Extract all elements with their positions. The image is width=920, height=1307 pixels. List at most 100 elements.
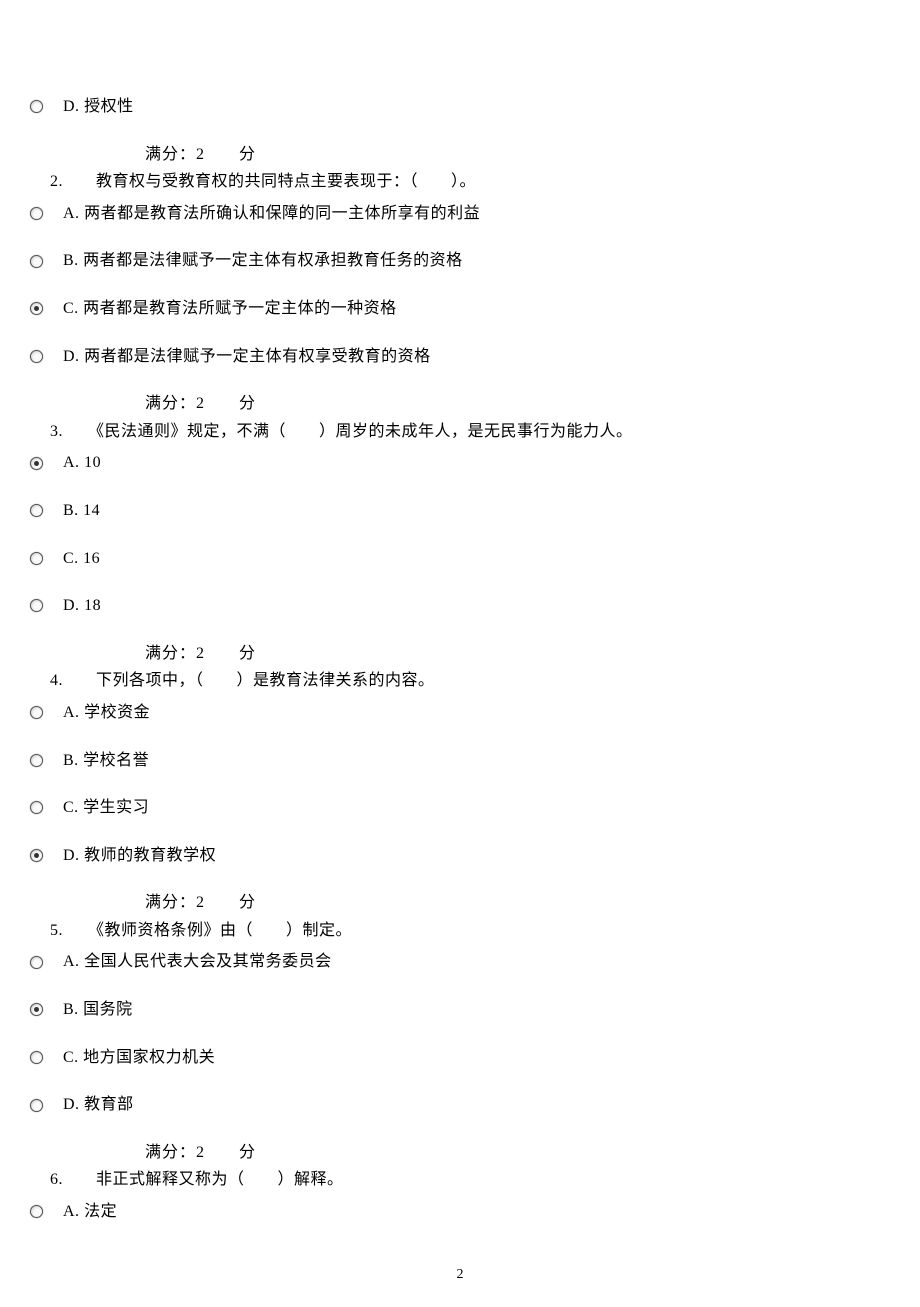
option-row: A. 两者都是教育法所确认和保障的同一主体所享有的利益 xyxy=(30,201,890,227)
option-label: B. xyxy=(63,252,79,269)
option-label: D. xyxy=(63,847,80,864)
option-value: 14 xyxy=(83,502,100,519)
option-value: 两者都是教育法所确认和保障的同一主体所享有的利益 xyxy=(84,205,480,222)
option-text: B. 学校名誉 xyxy=(63,748,149,774)
option-value: 全国人民代表大会及其常务委员会 xyxy=(84,953,332,970)
option-value: 地方国家权力机关 xyxy=(83,1049,215,1066)
question-number: 6. xyxy=(50,1171,63,1188)
option-text: A. 全国人民代表大会及其常务委员会 xyxy=(63,949,332,975)
radio-icon[interactable] xyxy=(30,1205,43,1218)
option-text: D. 授权性 xyxy=(63,94,134,120)
question-number: 2. xyxy=(50,173,63,190)
score-line: 满分：2 分 xyxy=(145,142,890,168)
radio-icon[interactable] xyxy=(30,956,43,969)
option-value: 教育部 xyxy=(84,1096,134,1113)
option-text: D. 两者都是法律赋予一定主体有权享受教育的资格 xyxy=(63,344,431,370)
option-value: 16 xyxy=(83,550,100,567)
option-row: A. 10 xyxy=(30,450,890,476)
score-label: 满分：2 xyxy=(145,146,205,163)
option-row: D. 教师的教育教学权 xyxy=(30,843,890,869)
question-number: 4. xyxy=(50,672,63,689)
question-text: 《教师资格条例》由（ ）制定。 xyxy=(96,922,352,939)
option-value: 两者都是法律赋予一定主体有权承担教育任务的资格 xyxy=(83,252,463,269)
option-value: 学生实习 xyxy=(83,799,149,816)
radio-icon[interactable] xyxy=(30,207,43,220)
radio-icon[interactable] xyxy=(30,457,43,470)
radio-icon[interactable] xyxy=(30,1003,43,1016)
option-label: C. xyxy=(63,1049,79,1066)
option-row: B. 国务院 xyxy=(30,997,890,1023)
option-row: B. 14 xyxy=(30,498,890,524)
score-suffix: 分 xyxy=(239,395,256,412)
radio-icon[interactable] xyxy=(30,599,43,612)
option-label: A. xyxy=(63,704,80,721)
option-row: D. 两者都是法律赋予一定主体有权享受教育的资格 xyxy=(30,344,890,370)
option-row: C. 16 xyxy=(30,546,890,572)
question-stem: 2. 教育权与受教育权的共同特点主要表现于：（ ）。 xyxy=(50,169,890,195)
option-label: D. xyxy=(63,1096,80,1113)
radio-icon[interactable] xyxy=(30,552,43,565)
radio-icon[interactable] xyxy=(30,255,43,268)
radio-icon[interactable] xyxy=(30,1051,43,1064)
score-label: 满分：2 xyxy=(145,395,205,412)
question-number: 3. xyxy=(50,423,63,440)
option-row: D. 授权性 xyxy=(30,94,890,120)
radio-icon[interactable] xyxy=(30,706,43,719)
option-text: D. 教育部 xyxy=(63,1092,134,1118)
option-row: A. 法定 xyxy=(30,1199,890,1225)
radio-icon[interactable] xyxy=(30,849,43,862)
option-label: A. xyxy=(63,454,80,471)
option-text: B. 国务院 xyxy=(63,997,133,1023)
radio-icon[interactable] xyxy=(30,350,43,363)
radio-icon[interactable] xyxy=(30,504,43,517)
option-label: D. xyxy=(63,597,80,614)
score-line: 满分：2 分 xyxy=(145,391,890,417)
question-text: 教育权与受教育权的共同特点主要表现于：（ ）。 xyxy=(96,173,476,190)
option-value: 教师的教育教学权 xyxy=(84,847,216,864)
question-text: 《民法通则》规定，不满（ ）周岁的未成年人，是无民事行为能力人。 xyxy=(96,423,633,440)
option-row: D. 教育部 xyxy=(30,1092,890,1118)
option-text: C. 学生实习 xyxy=(63,795,149,821)
option-row: A. 全国人民代表大会及其常务委员会 xyxy=(30,949,890,975)
score-line: 满分：2 分 xyxy=(145,641,890,667)
option-text: A. 法定 xyxy=(63,1199,117,1225)
score-suffix: 分 xyxy=(239,645,256,662)
score-suffix: 分 xyxy=(239,894,256,911)
radio-icon[interactable] xyxy=(30,302,43,315)
question-stem: 5. 《教师资格条例》由（ ）制定。 xyxy=(50,918,890,944)
option-label: D. xyxy=(63,98,80,115)
score-label: 满分：2 xyxy=(145,1144,205,1161)
option-value: 两者都是法律赋予一定主体有权享受教育的资格 xyxy=(84,348,431,365)
option-text: A. 两者都是教育法所确认和保障的同一主体所享有的利益 xyxy=(63,201,480,227)
radio-icon[interactable] xyxy=(30,754,43,767)
score-line: 满分：2 分 xyxy=(145,1140,890,1166)
radio-icon[interactable] xyxy=(30,1099,43,1112)
score-suffix: 分 xyxy=(239,146,256,163)
question-number: 5. xyxy=(50,922,63,939)
option-label: B. xyxy=(63,502,79,519)
option-value: 法定 xyxy=(84,1203,117,1220)
question-stem: 3. 《民法通则》规定，不满（ ）周岁的未成年人，是无民事行为能力人。 xyxy=(50,419,890,445)
option-text: C. 16 xyxy=(63,546,100,572)
option-value: 学校资金 xyxy=(84,704,150,721)
option-text: B. 两者都是法律赋予一定主体有权承担教育任务的资格 xyxy=(63,248,463,274)
radio-icon[interactable] xyxy=(30,100,43,113)
score-suffix: 分 xyxy=(239,1144,256,1161)
option-row: A. 学校资金 xyxy=(30,700,890,726)
option-value: 18 xyxy=(84,597,101,614)
page-number: 2 xyxy=(0,1264,920,1286)
option-value: 国务院 xyxy=(83,1001,133,1018)
option-text: A. 10 xyxy=(63,450,101,476)
option-text: C. 地方国家权力机关 xyxy=(63,1045,215,1071)
option-row: C. 学生实习 xyxy=(30,795,890,821)
option-value: 授权性 xyxy=(84,98,134,115)
option-value: 学校名誉 xyxy=(83,752,149,769)
option-text: B. 14 xyxy=(63,498,100,524)
option-text: D. 18 xyxy=(63,593,101,619)
option-text: A. 学校资金 xyxy=(63,700,150,726)
option-label: B. xyxy=(63,1001,79,1018)
radio-icon[interactable] xyxy=(30,801,43,814)
option-row: B. 两者都是法律赋予一定主体有权承担教育任务的资格 xyxy=(30,248,890,274)
option-text: C. 两者都是教育法所赋予一定主体的一种资格 xyxy=(63,296,397,322)
option-row: B. 学校名誉 xyxy=(30,748,890,774)
